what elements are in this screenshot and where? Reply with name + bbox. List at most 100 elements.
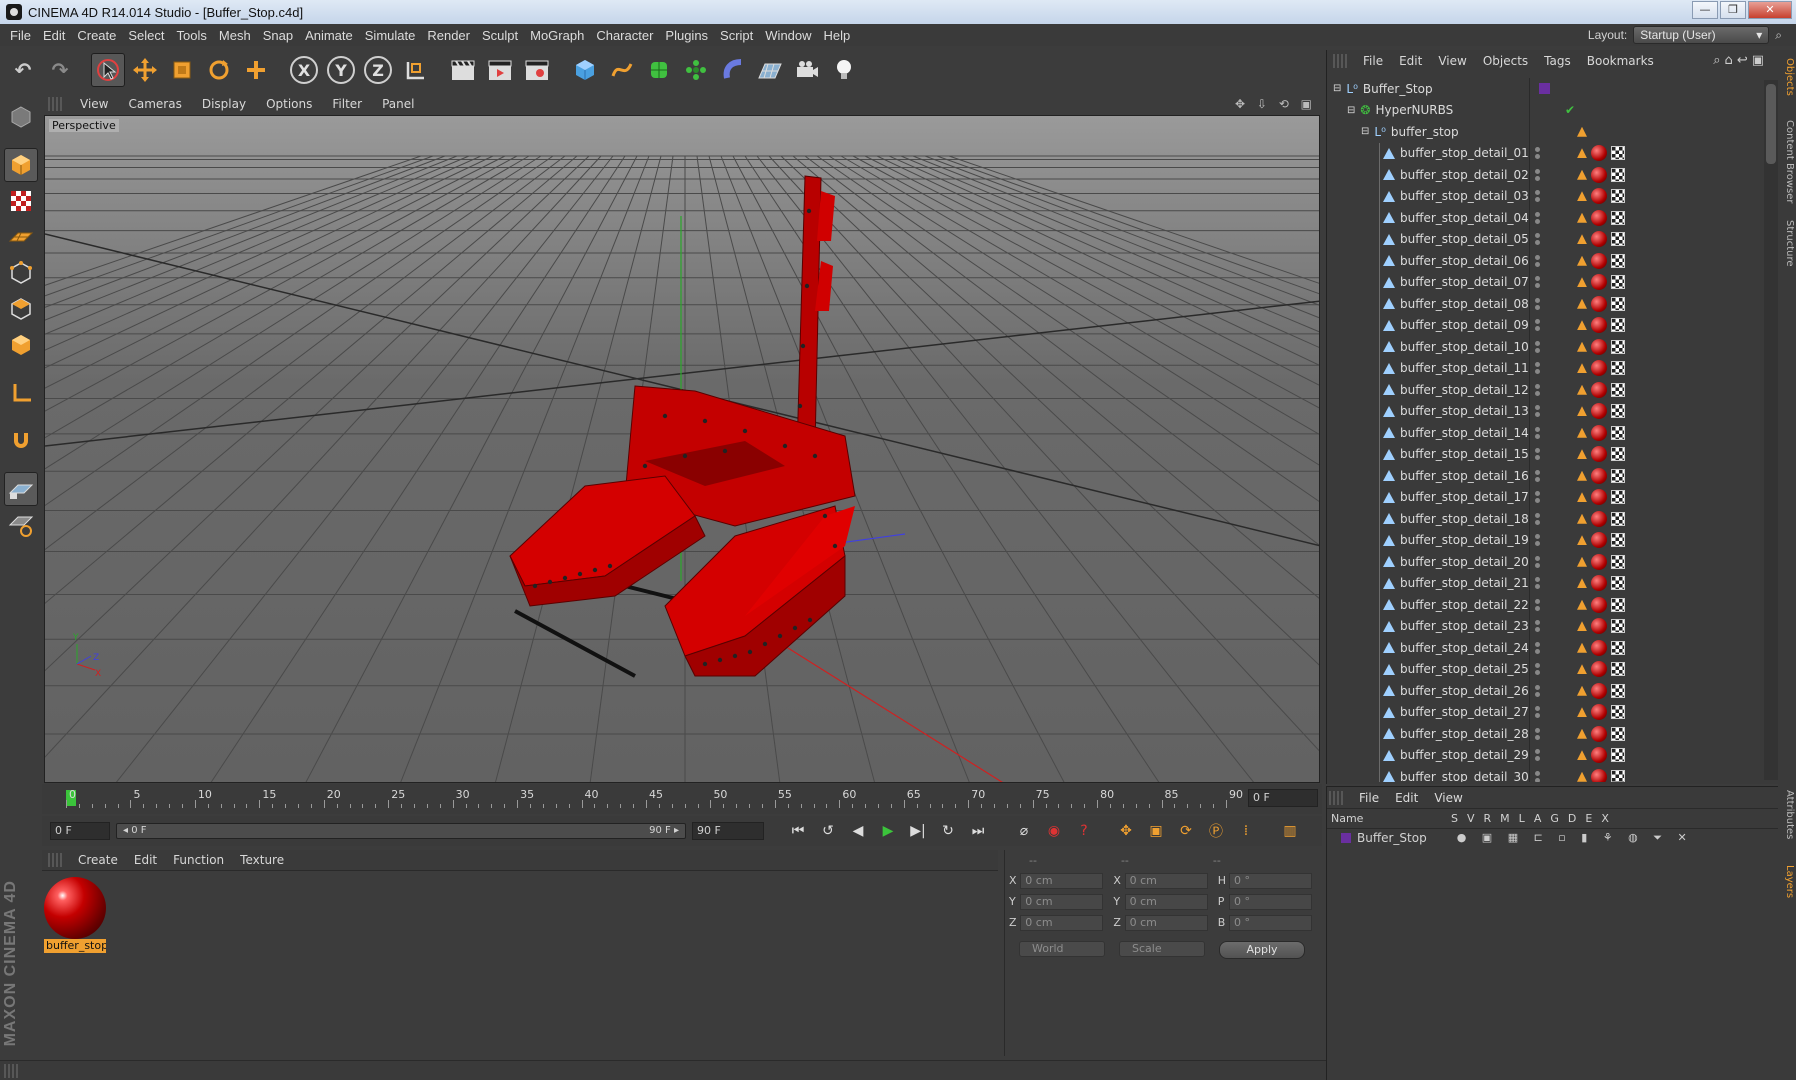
axis-mode-button[interactable] [4,376,38,410]
lock-workplane-button[interactable] [4,472,38,506]
material-tag-icon[interactable] [1591,489,1607,506]
uvw-tag-icon[interactable] [1611,490,1625,505]
uvw-tag-icon[interactable] [1611,318,1625,333]
object-row[interactable]: buffer_stop_detail_19 [1327,529,1759,551]
add-nurbs-button[interactable] [642,53,676,87]
undo-button[interactable]: ↶ [6,53,40,87]
menu-sculpt[interactable]: Sculpt [476,28,524,43]
visibility-dots[interactable] [1535,573,1565,594]
add-camera-button[interactable] [790,53,824,87]
visibility-dots[interactable] [1535,250,1565,271]
start-frame-field[interactable]: 0 F [50,822,110,840]
apply-button[interactable]: Apply [1219,941,1305,959]
uvw-tag-icon[interactable] [1611,253,1625,268]
material-tag-icon[interactable] [1591,618,1607,635]
material-tag-icon[interactable] [1591,661,1607,678]
visibility-dots[interactable] [1535,594,1565,615]
material-tag-icon[interactable] [1591,231,1607,248]
current-frame-field[interactable]: 0 F [1248,789,1318,807]
visibility-dots[interactable] [1535,422,1565,443]
uvw-tag-icon[interactable] [1611,210,1625,225]
size-y-field[interactable]: 0 cm [1124,893,1208,910]
uvw-tag-icon[interactable] [1611,597,1625,612]
object-row[interactable]: ⊟ L⁰ buffer_stop [1327,121,1759,143]
viewport-menu-panel[interactable]: Panel [372,97,424,111]
object-row[interactable]: buffer_stop_detail_26 [1327,680,1759,702]
menu-tools[interactable]: Tools [171,28,213,43]
phong-tag-icon[interactable] [1577,556,1587,567]
object-row[interactable]: buffer_stop_detail_30 [1327,766,1759,782]
object-row[interactable]: buffer_stop_detail_10 [1327,336,1759,358]
object-row[interactable]: buffer_stop_detail_01 [1327,142,1759,164]
menu-mograph[interactable]: MoGraph [524,28,590,43]
add-floor-button[interactable] [753,53,787,87]
visibility-dots[interactable] [1535,680,1565,701]
object-row[interactable]: buffer_stop_detail_09 [1327,314,1759,336]
uvw-tag-icon[interactable] [1611,232,1625,247]
layer-row[interactable]: Buffer_Stop ● ▣ ▦ ⊏ ▫ ▮ ⚘ ◍ ⏷ ✕ [1327,829,1778,847]
layer-col-g[interactable]: G [1550,812,1559,825]
coordinate-system-toggle[interactable] [398,53,432,87]
menu-select[interactable]: Select [122,28,170,43]
tab-content-browser[interactable]: Content Browser [1779,120,1795,203]
material-tag-icon[interactable] [1591,639,1607,656]
phong-tag-icon[interactable] [1577,212,1587,223]
size-mode-dropdown[interactable]: Scale [1119,941,1205,957]
object-row[interactable]: buffer_stop_detail_05 [1327,228,1759,250]
previous-frame-icon[interactable]: ◀ [846,819,870,843]
object-row[interactable]: buffer_stop_detail_25 [1327,658,1759,680]
object-row[interactable]: buffer_stop_detail_16 [1327,465,1759,487]
tab-layers[interactable]: Layers [1779,865,1795,898]
material-tag-icon[interactable] [1591,252,1607,269]
material-tag-icon[interactable] [1591,274,1607,291]
visibility-dots[interactable] [1535,659,1565,680]
material-tag-icon[interactable] [1591,682,1607,699]
go-to-next-key-icon[interactable]: ↻ [936,819,960,843]
material-menu-texture[interactable]: Texture [232,853,292,867]
end-frame-field[interactable]: 90 F [692,822,764,840]
next-frame-icon[interactable]: ▶| [906,819,930,843]
object-row[interactable]: buffer_stop_detail_17 [1327,486,1759,508]
uvw-tag-icon[interactable] [1611,382,1625,397]
uvw-tag-icon[interactable] [1611,511,1625,526]
object-row[interactable]: buffer_stop_detail_18 [1327,508,1759,530]
visibility-dots[interactable] [1535,551,1565,572]
visibility-dots[interactable] [1535,766,1565,782]
menu-render[interactable]: Render [421,28,476,43]
phong-tag-icon[interactable] [1577,535,1587,546]
minimize-button[interactable]: — [1692,1,1718,19]
object-menu-objects[interactable]: Objects [1475,54,1536,68]
layer-flag-icons[interactable]: ● ▣ ▦ ⊏ ▫ ▮ ⚘ ◍ ⏷ ✕ [1457,831,1693,845]
add-deformer-button[interactable] [716,53,750,87]
viewport-menu-filter[interactable]: Filter [322,97,372,111]
uvw-tag-icon[interactable] [1611,705,1625,720]
uvw-tag-icon[interactable] [1611,683,1625,698]
material-tag-icon[interactable] [1591,596,1607,613]
uvw-tag-icon[interactable] [1611,533,1625,548]
material-menu-create[interactable]: Create [70,853,126,867]
position-z-field[interactable]: 0 cm [1020,914,1104,931]
live-selection-tool[interactable] [91,53,125,87]
phong-tag-icon[interactable] [1577,298,1587,309]
uvw-tag-icon[interactable] [1611,189,1625,204]
material-tag-icon[interactable] [1591,209,1607,226]
material-tag-icon[interactable] [1591,532,1607,549]
collapse-icon[interactable]: ⊟ [1361,126,1369,137]
viewport-menu-cameras[interactable]: Cameras [118,97,191,111]
rotation-p-field[interactable]: 0 ° [1228,893,1313,910]
preview-range-slider[interactable]: ◂ 0 F 90 F ▸ [116,823,686,839]
move-tool[interactable] [128,53,162,87]
search-icon[interactable]: ⌕ [1775,28,1782,43]
uvw-tag-icon[interactable] [1611,619,1625,634]
layer-col-v[interactable]: V [1467,812,1475,825]
material-tag-icon[interactable] [1591,317,1607,334]
uvw-tag-icon[interactable] [1611,662,1625,677]
layout-dropdown[interactable]: Startup (User) [1633,26,1770,44]
object-row[interactable]: buffer_stop_detail_07 [1327,271,1759,293]
phong-tag-icon[interactable] [1577,685,1587,696]
size-x-field[interactable]: 0 cm [1124,872,1208,889]
uvw-tag-icon[interactable] [1611,275,1625,290]
phong-tag-icon[interactable] [1577,320,1587,331]
visibility-dots[interactable] [1535,358,1565,379]
panel-grip[interactable] [48,853,62,867]
